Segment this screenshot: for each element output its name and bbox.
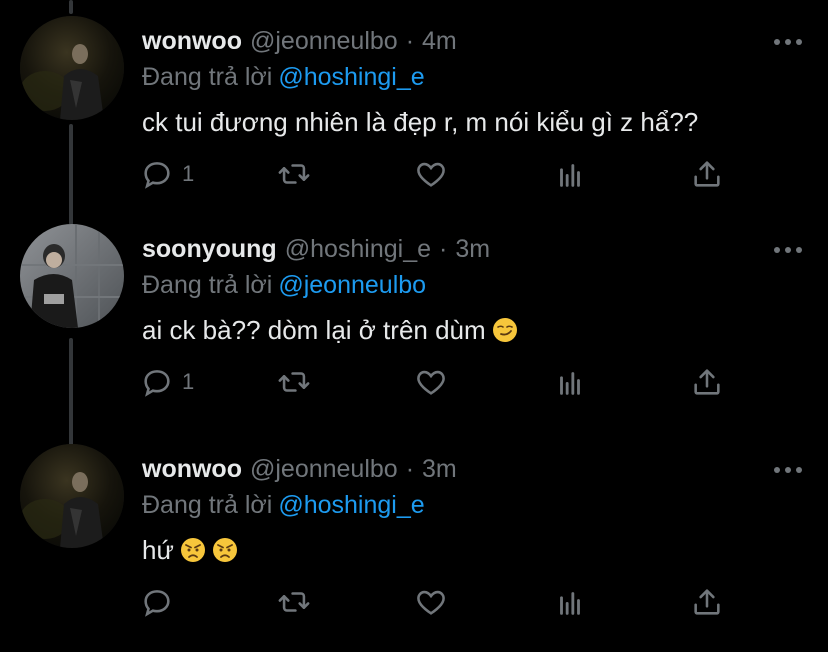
reply-button[interactable]: 1 xyxy=(140,154,194,194)
reply-icon xyxy=(144,370,170,397)
tweet[interactable]: wonwoo @jeonneulbo · 3m Đang trả lời @hos… xyxy=(0,432,828,647)
share-button[interactable] xyxy=(690,582,724,622)
retweet-button[interactable] xyxy=(276,154,312,194)
analytics-icon xyxy=(560,372,580,395)
share-button[interactable] xyxy=(690,362,724,402)
display-name[interactable]: soonyoung xyxy=(142,232,277,266)
reply-target-link[interactable]: @hoshingi_e xyxy=(278,491,424,519)
tweet-header: wonwoo @jeonneulbo · 3m xyxy=(142,452,457,486)
analytics-button[interactable] xyxy=(553,362,587,402)
separator-dot: · xyxy=(405,27,415,55)
timestamp[interactable]: 3m xyxy=(455,232,490,266)
tweet-text: ai ck bà?? dòm lại ở trên dùm xyxy=(142,312,518,348)
tweet-header: wonwoo @jeonneulbo · 4m xyxy=(142,24,457,58)
like-button[interactable] xyxy=(414,582,448,622)
tweet[interactable]: soonyoung @hoshingi_e · 3m Đang trả lời @… xyxy=(0,212,828,427)
share-button[interactable] xyxy=(690,154,724,194)
like-icon xyxy=(417,590,445,615)
username[interactable]: @jeonneulbo xyxy=(250,452,398,486)
retweet-icon xyxy=(278,592,310,612)
angry-face-emoji xyxy=(180,538,205,562)
analytics-icon xyxy=(560,592,580,615)
smirking-face-emoji xyxy=(492,318,517,342)
reply-icon xyxy=(144,590,170,617)
more-options-icon[interactable] xyxy=(774,460,802,480)
reply-count: 1 xyxy=(182,369,195,394)
timestamp[interactable]: 3m xyxy=(422,452,457,486)
retweet-button[interactable] xyxy=(276,362,312,402)
share-icon xyxy=(694,161,720,187)
timestamp[interactable]: 4m xyxy=(422,24,457,58)
reply-count: 1 xyxy=(182,161,195,186)
retweet-icon xyxy=(278,164,310,184)
tweet-actions: 1 xyxy=(140,154,740,194)
avatar[interactable] xyxy=(20,444,124,548)
replying-to: Đang trả lời @hoshingi_e xyxy=(142,60,425,94)
retweet-icon xyxy=(278,372,310,392)
retweet-button[interactable] xyxy=(276,582,312,622)
angry-face-emoji xyxy=(212,538,237,562)
like-button[interactable] xyxy=(414,362,448,402)
reply-target-link[interactable]: @hoshingi_e xyxy=(278,63,424,91)
tweet-text-content: ck tui đương nhiên là đẹp r, m nói kiểu … xyxy=(142,107,699,137)
replying-to: Đang trả lời @jeonneulbo xyxy=(142,268,426,302)
separator-dot: · xyxy=(405,455,415,483)
tweet-actions: 1 xyxy=(140,362,740,402)
analytics-button[interactable] xyxy=(553,582,587,622)
separator-dot: · xyxy=(439,235,448,263)
replying-to-label: Đang trả lời xyxy=(142,491,273,519)
tweet-text: ck tui đương nhiên là đẹp r, m nói kiểu … xyxy=(142,104,698,140)
reply-icon xyxy=(144,162,170,189)
share-icon xyxy=(694,589,720,615)
tweet-text-content: ai ck bà?? dòm lại ở trên dùm xyxy=(142,315,486,345)
reply-target-link[interactable]: @jeonneulbo xyxy=(278,271,426,299)
replying-to-label: Đang trả lời xyxy=(142,63,273,91)
tweet-text-content: hứ xyxy=(142,535,174,565)
like-icon xyxy=(417,162,445,187)
replying-to-label: Đang trả lời xyxy=(142,271,273,299)
analytics-button[interactable] xyxy=(553,154,587,194)
like-button[interactable] xyxy=(414,154,448,194)
display-name[interactable]: wonwoo xyxy=(142,452,242,486)
avatar[interactable] xyxy=(20,224,124,328)
display-name[interactable]: wonwoo xyxy=(142,24,242,58)
username[interactable]: @jeonneulbo xyxy=(250,24,398,58)
analytics-icon xyxy=(560,164,580,187)
username[interactable]: @hoshingi_e xyxy=(285,232,431,266)
like-icon xyxy=(417,370,445,395)
tweet[interactable]: wonwoo @jeonneulbo · 4m Đang trả lời @hos… xyxy=(0,4,828,219)
more-options-icon[interactable] xyxy=(774,240,802,260)
tweet-actions xyxy=(140,582,740,622)
tweet-text: hứ xyxy=(142,532,238,568)
share-icon xyxy=(694,369,720,395)
replying-to: Đang trả lời @hoshingi_e xyxy=(142,488,425,522)
tweet-header: soonyoung @hoshingi_e · 3m xyxy=(142,232,490,266)
avatar[interactable] xyxy=(20,16,124,120)
reply-button[interactable]: 1 xyxy=(140,362,194,402)
more-options-icon[interactable] xyxy=(774,32,802,52)
reply-button[interactable] xyxy=(140,582,182,622)
